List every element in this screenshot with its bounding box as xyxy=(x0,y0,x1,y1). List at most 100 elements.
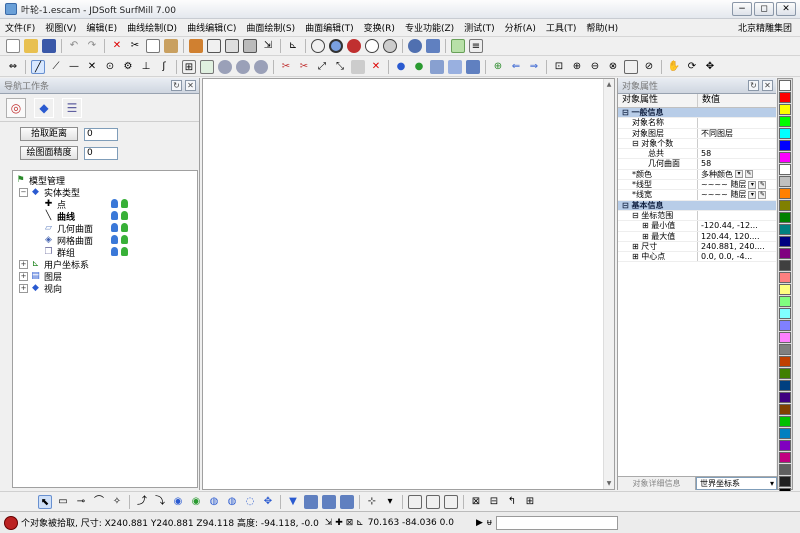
pick-distance-button[interactable]: 拾取距离 xyxy=(20,127,78,141)
color-swatch[interactable] xyxy=(779,224,791,235)
close-button[interactable]: ✕ xyxy=(776,2,796,16)
paste-icon[interactable] xyxy=(164,39,178,53)
menu-test[interactable]: 测试(T) xyxy=(459,21,500,34)
color-swatch[interactable] xyxy=(779,464,791,475)
layer-list-icon[interactable]: ≡ xyxy=(469,39,483,53)
tree-node-group[interactable]: ❐ 群组 xyxy=(13,246,197,259)
play-icon[interactable]: ▶ xyxy=(476,518,483,528)
select-star-icon[interactable]: ✧ xyxy=(110,495,124,509)
layer2-icon[interactable] xyxy=(448,59,462,74)
color-swatch[interactable] xyxy=(779,332,791,343)
color-swatch[interactable] xyxy=(779,260,791,271)
orbit-icon[interactable]: ✥ xyxy=(703,60,717,74)
bulb-green-icon[interactable]: ● xyxy=(412,60,426,74)
visible-bulb-icon[interactable] xyxy=(111,247,118,256)
hline-icon[interactable]: — xyxy=(67,60,81,74)
layer3-icon[interactable] xyxy=(466,59,480,74)
tab-model-icon[interactable]: ◎ xyxy=(6,97,26,118)
drawing-canvas[interactable]: ▲ ▼ xyxy=(202,78,615,490)
color-swatch[interactable] xyxy=(779,296,791,307)
surface2-icon[interactable] xyxy=(236,59,250,74)
line-icon[interactable]: ╱ xyxy=(31,59,45,74)
color-swatch[interactable] xyxy=(779,368,791,379)
command-input[interactable] xyxy=(495,515,618,530)
prop-row[interactable]: ⊟ 对象个数 xyxy=(618,138,776,150)
grid-icon[interactable]: ⊠ xyxy=(346,518,354,528)
wire-cube-icon[interactable] xyxy=(207,39,221,53)
layer-icon[interactable] xyxy=(430,59,444,74)
snap2-icon[interactable]: ⤵ xyxy=(153,495,167,509)
menu-curve-draw[interactable]: 曲线绘制(D) xyxy=(122,21,182,34)
tree-node-entity-types[interactable]: − ◆ 实体类型 xyxy=(13,186,197,199)
color-swatch[interactable] xyxy=(779,416,791,427)
view-top-icon[interactable]: ▼ xyxy=(286,495,300,509)
cross-line-icon[interactable]: ✕ xyxy=(85,60,99,74)
select-poly-icon[interactable]: ⌒ xyxy=(92,495,106,509)
material-icon[interactable] xyxy=(426,39,440,53)
tab-layers-icon[interactable]: ◆ xyxy=(34,97,54,118)
expand-icon[interactable]: + xyxy=(19,259,28,269)
expand-icon[interactable]: + xyxy=(19,271,28,281)
extend-icon[interactable]: ⤢ xyxy=(315,60,329,74)
status-mode-icon[interactable]: ᵾ xyxy=(487,517,492,528)
cut-icon[interactable]: ✂ xyxy=(128,39,142,53)
rotate-icon[interactable]: ⟳ xyxy=(685,60,699,74)
grid-edit-icon[interactable] xyxy=(200,59,214,74)
color-swatch[interactable] xyxy=(779,320,791,331)
color-swatch[interactable] xyxy=(779,164,791,175)
tree-node-user-cs[interactable]: + ⊾ 用户坐标系 xyxy=(13,258,197,271)
menu-curve-edit[interactable]: 曲线编辑(C) xyxy=(182,21,241,34)
snap3-icon[interactable]: ◉ xyxy=(171,495,185,509)
prop-row-linewidth[interactable]: *线宽 ~~~~ 随层 ▾ ✎ xyxy=(618,190,776,201)
zoom-box-icon[interactable] xyxy=(624,59,638,74)
snap7-icon[interactable]: ◌ xyxy=(243,495,257,509)
perpendicular-icon[interactable]: ⊥ xyxy=(139,60,153,74)
join-icon[interactable] xyxy=(351,59,365,74)
tree-node-geom-surface[interactable]: ▱ 几何曲面 xyxy=(13,222,197,235)
view-iso-icon[interactable] xyxy=(340,494,354,509)
display-circle2-icon[interactable] xyxy=(329,39,343,53)
pin-icon[interactable]: ↻ xyxy=(171,80,182,91)
expand-icon[interactable]: + xyxy=(19,283,28,293)
menu-surface-edit[interactable]: 曲面编辑(T) xyxy=(300,21,359,34)
delete-icon[interactable]: ✕ xyxy=(110,39,124,53)
surface1-icon[interactable] xyxy=(218,59,232,74)
restore-button[interactable]: ◻ xyxy=(754,2,774,16)
color-swatch[interactable] xyxy=(779,284,791,295)
object-details-button[interactable]: 对象详细信息 xyxy=(618,477,696,490)
active-bulb-icon[interactable] xyxy=(121,235,128,244)
menu-edit[interactable]: 编辑(E) xyxy=(81,21,122,34)
box2-icon[interactable] xyxy=(243,39,257,53)
break-icon[interactable]: ⤡ xyxy=(333,60,347,74)
grid-plus-icon[interactable]: ⊞ xyxy=(182,59,196,74)
color-swatch[interactable] xyxy=(779,248,791,259)
stop-icon[interactable] xyxy=(4,515,18,530)
menu-transform[interactable]: 变换(R) xyxy=(359,21,400,34)
tree-node-layer[interactable]: + ▤ 图层 xyxy=(13,270,197,283)
active-bulb-icon[interactable] xyxy=(121,211,128,220)
color-swatch[interactable] xyxy=(779,440,791,451)
tree-node-view[interactable]: + ◆ 视向 xyxy=(13,282,197,295)
section-basic[interactable]: ⊟ 基本信息 xyxy=(618,200,776,211)
color-swatch[interactable] xyxy=(779,152,791,163)
prop-row[interactable]: 对象名称 xyxy=(618,118,776,129)
color-swatch[interactable] xyxy=(779,380,791,391)
draw-precision-button[interactable]: 绘图面精度 xyxy=(20,146,78,160)
snap6-icon[interactable]: ◍ xyxy=(225,495,239,509)
visible-bulb-icon[interactable] xyxy=(111,199,118,208)
select-rect-icon[interactable]: ▭ xyxy=(56,495,70,509)
snap1-icon[interactable]: ⤴ xyxy=(135,495,149,509)
snap4-icon[interactable]: ◉ xyxy=(189,495,203,509)
return-icon[interactable]: ↰ xyxy=(505,495,519,509)
menu-special[interactable]: 专业功能(Z) xyxy=(400,21,459,34)
prop-row-linetype[interactable]: *线型 ~~~~ 随层 ▾ ✎ xyxy=(618,180,776,191)
menu-analyze[interactable]: 分析(A) xyxy=(500,21,541,34)
prop-row[interactable]: 几何曲面 58 xyxy=(618,159,776,170)
color-swatch[interactable] xyxy=(779,212,791,223)
color-swatch[interactable] xyxy=(779,236,791,247)
minimize-button[interactable]: − xyxy=(732,2,752,16)
select-mode-icon[interactable] xyxy=(451,39,465,53)
prop-row[interactable]: ⊞ 最小值 -120.44, -12... xyxy=(618,221,776,232)
redo-icon[interactable]: ↷ xyxy=(85,39,99,53)
align1-icon[interactable] xyxy=(408,494,422,509)
